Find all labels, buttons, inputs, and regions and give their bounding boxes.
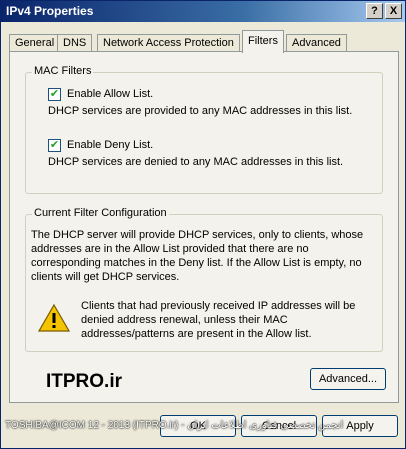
close-button[interactable]: X <box>385 3 402 19</box>
watermark-text: TOSHIBA@ICOM 12 - 2013 (ITPRO.ir) - انجم… <box>5 420 344 431</box>
help-button[interactable]: ? <box>366 3 383 19</box>
tab-general[interactable]: General <box>9 34 61 52</box>
current-filter-group: Current Filter Configuration The DHCP se… <box>25 207 383 352</box>
tab-network-access-protection[interactable]: Network Access Protection <box>97 34 240 52</box>
allow-list-description: DHCP services are provided to any MAC ad… <box>48 105 353 117</box>
itpro-logo-text: ITPRO.ir <box>46 371 123 392</box>
allow-list-label[interactable]: Enable Allow List. <box>67 88 153 100</box>
tab-dns[interactable]: DNS <box>57 34 93 52</box>
current-filter-legend: Current Filter Configuration <box>32 207 169 219</box>
advanced-button[interactable]: Advanced... <box>310 368 386 390</box>
deny-list-label[interactable]: Enable Deny List. <box>67 139 153 151</box>
deny-list-description: DHCP services are denied to any MAC addr… <box>48 156 344 168</box>
warning-text: Clients that had previously received IP … <box>81 300 356 340</box>
tab-filters[interactable]: Filters <box>242 30 284 53</box>
mac-filters-group: MAC Filters ✔ Enable Allow List. DHCP se… <box>25 65 383 194</box>
window-title: IPv4 Properties <box>6 4 94 18</box>
deny-list-checkbox[interactable]: ✔ <box>48 139 61 152</box>
tab-advanced[interactable]: Advanced <box>286 34 347 52</box>
title-bar: IPv4 Properties ? X <box>1 1 405 22</box>
allow-list-checkbox[interactable]: ✔ <box>48 88 61 101</box>
warning-icon <box>38 303 70 332</box>
filters-panel: MAC Filters ✔ Enable Allow List. DHCP se… <box>9 51 399 403</box>
mac-filters-legend: MAC Filters <box>32 65 94 77</box>
ipv4-properties-dialog: IPv4 Properties ? X General DNS Network … <box>0 0 406 449</box>
current-filter-text: The DHCP server will provide DHCP servic… <box>31 229 364 283</box>
